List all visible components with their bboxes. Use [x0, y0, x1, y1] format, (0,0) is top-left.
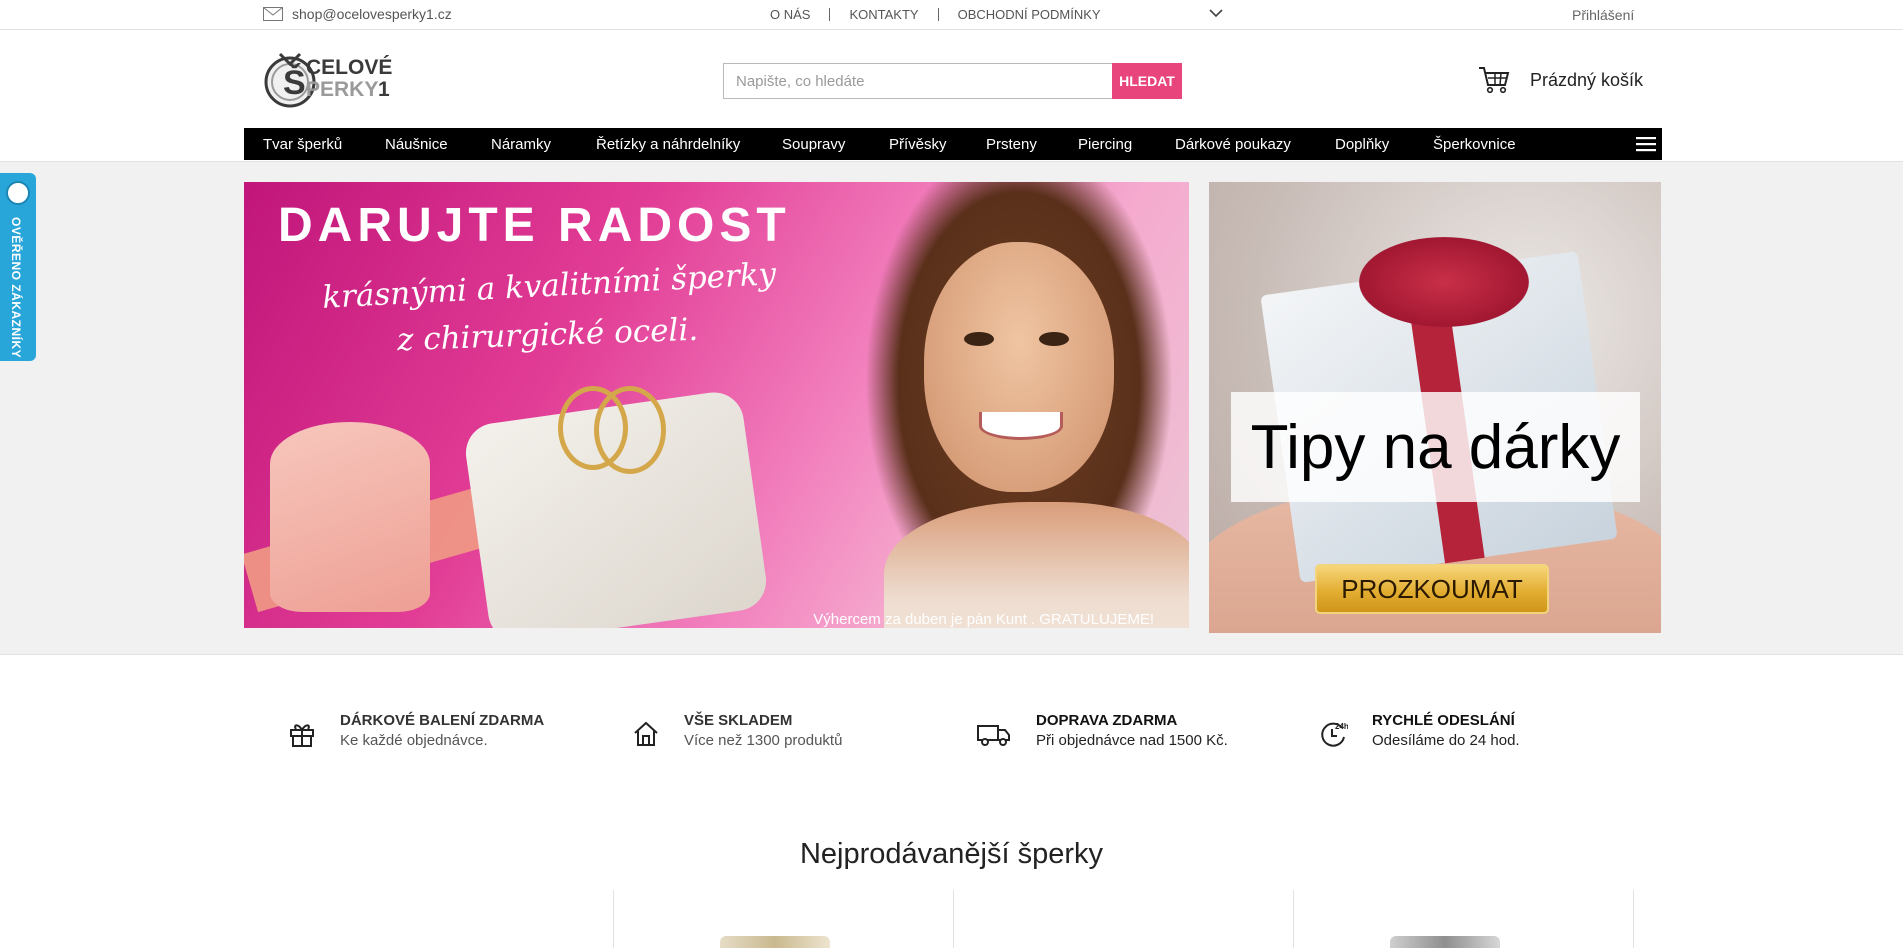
model-smile: [979, 412, 1063, 440]
model-shoulders: [884, 502, 1189, 628]
feature-desc: Ke každé objednávce.: [340, 732, 488, 749]
cart-label: Prázdný košík: [1530, 69, 1644, 90]
promo-banner[interactable]: DARUJTE RADOST krásnými a kvalitními špe…: [244, 182, 1189, 628]
badge-seal-icon: [6, 181, 30, 205]
product-thumbnail[interactable]: [720, 936, 830, 948]
nav-item-shapes[interactable]: Tvar šperků: [263, 136, 342, 153]
product-card-divider: [613, 890, 614, 948]
divider: [937, 8, 939, 21]
nav-item-pendants[interactable]: Přívěsky: [889, 136, 947, 153]
badge-text: OVĚŘENO ZÁKAZNÍKY: [9, 217, 23, 359]
feature-free-shipping: DOPRAVA ZDARMA Při objednávce nad 1500 K…: [976, 711, 1228, 751]
gift-bow: [1359, 237, 1529, 327]
link-terms[interactable]: OBCHODNÍ PODMÍNKY: [958, 7, 1101, 22]
site-logo[interactable]: Š CELOVÉ PERKY 1: [262, 48, 402, 110]
product-card-divider: [953, 890, 954, 948]
svg-text:PERKY: PERKY: [306, 78, 378, 101]
feature-fast-dispatch: 24h RYCHLÉ ODESLÁNÍ Odesíláme do 24 hod.: [1318, 711, 1520, 751]
banner-tagline: z chirurgické oceli.: [396, 311, 699, 359]
feature-desc: Více než 1300 produktů: [684, 732, 843, 749]
search-input[interactable]: [723, 63, 1112, 99]
gift-tips-banner[interactable]: Tipy na dárky PROZKOUMAT: [1209, 182, 1661, 633]
search-button[interactable]: HLEDAT: [1112, 63, 1182, 99]
explore-button[interactable]: PROZKOUMAT: [1315, 564, 1549, 614]
svg-text:Š: Š: [283, 63, 306, 102]
top-links: O NÁS KONTAKTY OBCHODNÍ PODMÍNKY: [770, 7, 1101, 22]
link-about[interactable]: O NÁS: [770, 7, 810, 22]
home-icon: [634, 721, 658, 746]
email-text: shop@ocelovesperky1.cz: [292, 6, 452, 22]
gift-tips-label: Tipy na dárky: [1231, 392, 1640, 502]
nav-item-necklaces[interactable]: Řetízky a náhrdelníky: [596, 136, 740, 153]
feature-desc: Při objednávce nad 1500 Kč.: [1036, 732, 1228, 749]
menu-icon[interactable]: [1636, 136, 1656, 152]
model-face: [924, 242, 1114, 492]
nav-item-accessories[interactable]: Doplňky: [1335, 136, 1389, 153]
divider: [829, 8, 831, 21]
nav-item-rings[interactable]: Prsteny: [986, 136, 1037, 153]
model-eye: [964, 332, 994, 346]
nav-item-gift-vouchers[interactable]: Dárkové poukazy: [1175, 136, 1291, 153]
top-bar: shop@ocelovesperky1.cz O NÁS KONTAKTY OB…: [0, 0, 1903, 30]
verified-reviews-badge[interactable]: OVĚŘENO ZÁKAZNÍKY: [0, 173, 36, 361]
truck-icon: [977, 725, 1010, 746]
banner-caption: Výhercem za duben je pán Kunt . GRATULUJ…: [813, 611, 1154, 628]
feature-in-stock: VŠE SKLADEM Více než 1300 produktů: [632, 711, 842, 751]
gift-icon: [290, 724, 314, 747]
hoop-earring: [594, 386, 666, 474]
product-card-divider: [1293, 890, 1294, 948]
feature-title: DOPRAVA ZDARMA: [1036, 712, 1178, 729]
main-nav: Tvar šperků Náušnice Náramky Řetízky a n…: [244, 128, 1662, 160]
svg-text:CELOVÉ: CELOVÉ: [306, 56, 392, 79]
mail-icon: [263, 7, 283, 21]
product-thumbnail[interactable]: [1390, 936, 1500, 948]
gift-tips-title: Tipy na dárky: [1250, 412, 1621, 482]
pink-jewelry-box: [270, 422, 430, 612]
cart[interactable]: Prázdný košík: [1478, 66, 1643, 94]
clock-24-label: 24h: [1335, 722, 1348, 731]
login-link[interactable]: Přihlášení: [1572, 7, 1634, 23]
clock-24-icon: 24h: [1321, 722, 1348, 747]
bestsellers-heading: Nejprodávanější šperky: [799, 838, 1104, 870]
feature-gift-wrap: DÁRKOVÉ BALENÍ ZDARMA Ke každé objednávc…: [288, 711, 544, 751]
nav-item-earrings[interactable]: Náušnice: [385, 136, 448, 153]
product-card-divider: [1633, 890, 1634, 948]
nav-item-bracelets[interactable]: Náramky: [491, 136, 551, 153]
feature-title: VŠE SKLADEM: [684, 712, 793, 729]
feature-title: RYCHLÉ ODESLÁNÍ: [1372, 712, 1515, 729]
chevron-down-icon[interactable]: [1209, 9, 1223, 18]
banner-title: DARUJTE RADOST: [278, 199, 791, 252]
svg-text:1: 1: [378, 78, 390, 101]
search-bar: HLEDAT: [723, 63, 1182, 99]
cart-icon: [1479, 67, 1510, 94]
link-contacts[interactable]: KONTAKTY: [849, 7, 918, 22]
logo-mark: Š CELOVÉ PERKY 1: [264, 52, 392, 108]
nav-item-sets[interactable]: Soupravy: [782, 136, 845, 153]
explore-button-label: PROZKOUMAT: [1341, 573, 1523, 604]
nav-item-piercing[interactable]: Piercing: [1078, 136, 1132, 153]
contact-email[interactable]: shop@ocelovesperky1.cz: [263, 6, 452, 22]
model-eye: [1039, 332, 1069, 346]
feature-title: DÁRKOVÉ BALENÍ ZDARMA: [340, 712, 545, 729]
feature-desc: Odesíláme do 24 hod.: [1372, 732, 1520, 749]
nav-item-jewelry-boxes[interactable]: Šperkovnice: [1433, 136, 1516, 153]
banner-tagline: krásnými a kvalitními šperky: [321, 256, 777, 316]
